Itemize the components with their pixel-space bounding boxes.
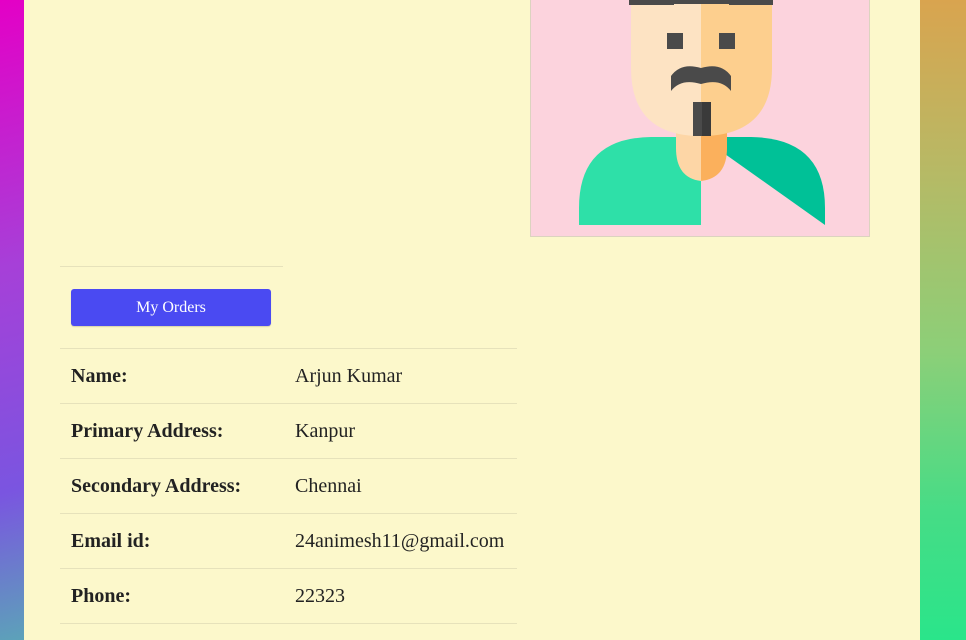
secondary-address-value: Chennai	[295, 475, 362, 497]
man-avatar-icon	[579, 0, 825, 225]
table-row-secondary-address: Secondary Address: Chennai	[60, 459, 517, 514]
avatar-card	[530, 0, 870, 237]
primary-address-value: Kanpur	[295, 420, 355, 442]
table-row-primary-address: Primary Address: Kanpur	[60, 404, 517, 459]
phone-label: Phone:	[71, 585, 131, 607]
table-row-phone: Phone: 22323	[60, 569, 517, 624]
name-value: Arjun Kumar	[295, 365, 403, 387]
primary-address-label: Primary Address:	[71, 420, 224, 442]
secondary-address-label: Secondary Address:	[71, 475, 242, 497]
phone-value: 22323	[295, 585, 345, 607]
email-value: 24animesh11@gmail.com	[295, 530, 505, 552]
my-orders-button[interactable]: My Orders	[71, 289, 271, 326]
email-label: Email id:	[71, 530, 151, 552]
background-gradient-right	[920, 0, 966, 640]
profile-info-table: Name: Arjun Kumar Primary Address: Kanpu…	[60, 348, 517, 624]
table-row-email: Email id: 24animesh11@gmail.com	[60, 514, 517, 569]
name-label: Name:	[71, 365, 128, 387]
section-divider	[60, 266, 283, 267]
table-row-name: Name: Arjun Kumar	[60, 349, 517, 404]
